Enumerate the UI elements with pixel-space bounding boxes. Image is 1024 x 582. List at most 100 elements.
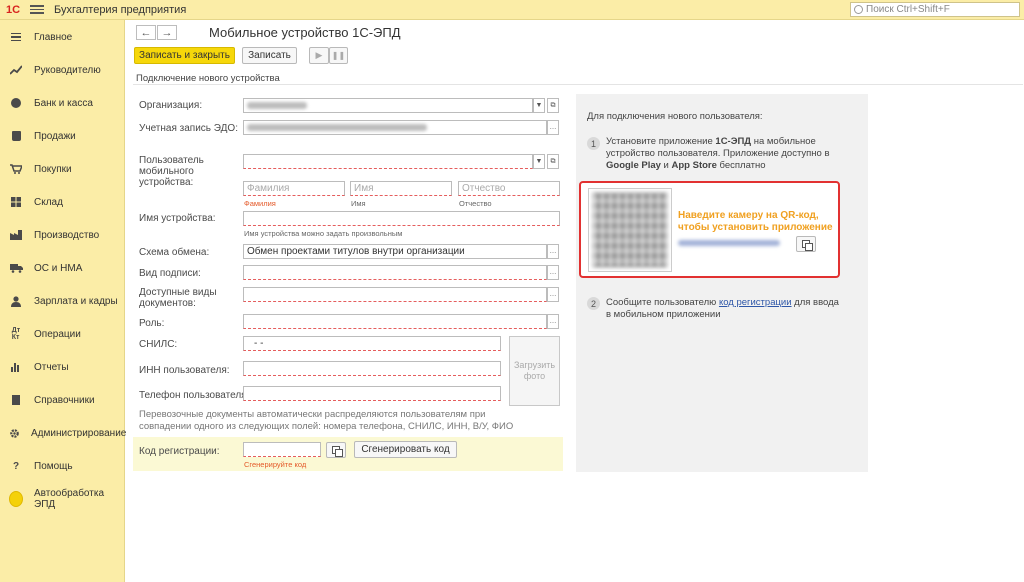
reg-code-hint: Сгенерируйте код	[244, 460, 307, 469]
sidebar-item-warehouse[interactable]: Склад	[0, 191, 125, 213]
instructions-intro: Для подключения нового пользователя:	[587, 111, 763, 122]
trend-icon	[9, 63, 23, 77]
sidebar: Главное Руководителю Банк и касса Продаж…	[0, 20, 126, 582]
signature-type-label: Вид подписи:	[139, 268, 201, 279]
lastname-field[interactable]: Фамилия	[243, 181, 345, 196]
qr-code-image	[588, 188, 672, 272]
sidebar-item-reports[interactable]: Отчеты	[0, 356, 125, 378]
reg-code-field[interactable]	[243, 442, 321, 457]
sidebar-item-label: Склад	[34, 196, 63, 208]
sidebar-item-label: Зарплата и кадры	[34, 295, 118, 307]
warehouse-icon	[9, 195, 23, 209]
snils-label: СНИЛС:	[139, 339, 178, 350]
reg-code-label: Код регистрации:	[139, 446, 220, 457]
bar-chart-icon	[9, 360, 23, 374]
step-2-badge: 2	[587, 297, 600, 310]
patronymic-field[interactable]: Отчество	[458, 181, 560, 196]
select-button[interactable]: …	[547, 287, 559, 302]
copy-link-button[interactable]	[796, 236, 816, 252]
signature-type-field[interactable]	[243, 265, 547, 280]
app-title: Бухгалтерия предприятия	[54, 3, 187, 16]
sidebar-item-label: Главное	[34, 31, 73, 43]
role-label: Роль:	[139, 318, 165, 329]
search-input[interactable]: Поиск Ctrl+Shift+F	[850, 2, 1020, 17]
sidebar-item-assets[interactable]: ОС и НМА	[0, 257, 125, 279]
step-1-badge: 1	[587, 137, 600, 150]
edo-account-field[interactable]	[243, 120, 547, 135]
sidebar-item-directories[interactable]: Справочники	[0, 389, 125, 411]
bag-icon	[9, 129, 23, 143]
select-button[interactable]: …	[547, 244, 559, 259]
sidebar-item-help[interactable]: ? Помощь	[0, 455, 125, 477]
section-divider	[133, 84, 1023, 85]
device-name-hint: Имя устройства можно задать произвольным	[244, 229, 403, 238]
books-icon	[9, 393, 23, 407]
save-button[interactable]: Записать	[242, 47, 297, 64]
truck-icon	[9, 261, 23, 275]
sidebar-item-label: Банк и касса	[34, 97, 93, 109]
page-title: Мобильное устройство 1С-ЭПД	[209, 25, 401, 40]
open-icon[interactable]: ⧉	[547, 154, 559, 169]
copy-code-button[interactable]	[326, 442, 346, 458]
snils-field[interactable]: - -	[243, 336, 501, 351]
menu-lines-icon	[9, 30, 23, 44]
reg-code-link[interactable]: код регистрации	[719, 297, 792, 308]
sidebar-item-bank[interactable]: Банк и касса	[0, 92, 125, 114]
copy-icon	[801, 239, 813, 251]
sidebar-item-admin[interactable]: Администрирование	[0, 422, 126, 444]
sidebar-item-label: Отчеты	[34, 361, 69, 373]
chevron-down-icon[interactable]: ▼	[533, 98, 545, 113]
generate-code-button[interactable]: Сгенерировать код	[354, 441, 457, 458]
sidebar-item-purchases[interactable]: Покупки	[0, 158, 125, 180]
question-icon: ?	[12, 460, 20, 472]
person-icon	[9, 294, 23, 308]
patronymic-hint: Отчество	[459, 199, 492, 208]
app-download-link[interactable]	[678, 240, 780, 246]
edo-account-label: Учетная запись ЭДО:	[139, 123, 238, 134]
sidebar-item-label: Руководителю	[34, 64, 101, 76]
mobile-user-label: Пользователь мобильного устройства:	[139, 155, 204, 188]
operations-icon: Дт Кт	[11, 327, 21, 341]
upload-photo-button[interactable]: Загрузить фото	[509, 336, 560, 406]
role-field[interactable]	[243, 314, 547, 329]
step-1-text: Установите приложение 1С-ЭПД на мобильно…	[606, 136, 830, 171]
sidebar-item-director[interactable]: Руководителю	[0, 59, 125, 81]
sidebar-item-label: Покупки	[34, 163, 72, 175]
doc-types-field[interactable]	[243, 287, 547, 302]
sidebar-item-label: ОС и НМА	[34, 262, 83, 274]
organization-field[interactable]	[243, 98, 533, 113]
save-and-close-button[interactable]: Записать и закрыть	[134, 47, 235, 64]
distribution-note: Перевозочные документы автоматически рас…	[139, 409, 514, 432]
select-button[interactable]: …	[547, 265, 559, 280]
chevron-down-icon[interactable]: ▼	[533, 154, 545, 169]
patronymic-placeholder: Отчество	[462, 183, 506, 194]
inn-field[interactable]	[243, 361, 501, 376]
section-title: Подключение нового устройства	[136, 73, 280, 84]
exchange-scheme-field[interactable]: Обмен проектами титулов внутри организац…	[243, 244, 547, 259]
select-button[interactable]: …	[547, 314, 559, 329]
search-placeholder: Поиск Ctrl+Shift+F	[866, 4, 950, 15]
forward-button[interactable]: →	[157, 25, 177, 40]
pause-button[interactable]: ❚❚	[329, 47, 348, 64]
cart-icon	[9, 162, 23, 176]
phone-field[interactable]	[243, 386, 501, 401]
sidebar-item-sales[interactable]: Продажи	[0, 125, 125, 147]
device-name-field[interactable]	[243, 211, 560, 226]
play-button[interactable]: ▶	[309, 47, 329, 64]
mobile-user-field[interactable]	[243, 154, 533, 169]
gear-icon	[9, 426, 20, 440]
sidebar-item-production[interactable]: Производство	[0, 224, 125, 246]
select-button[interactable]: …	[547, 120, 559, 135]
open-icon[interactable]: ⧉	[547, 98, 559, 113]
sidebar-item-salary[interactable]: Зарплата и кадры	[0, 290, 125, 312]
step-2-text: Сообщите пользователю код регистрации дл…	[606, 297, 839, 320]
firstname-placeholder: Имя	[354, 183, 374, 194]
main-menu-icon[interactable]	[30, 5, 44, 14]
sidebar-item-main[interactable]: Главное	[0, 26, 125, 48]
app-logo: 1С	[5, 3, 21, 16]
yellow-circle-icon	[9, 491, 23, 507]
sidebar-item-auto-epd[interactable]: Автообработка ЭПД	[0, 488, 125, 510]
back-button[interactable]: ←	[136, 25, 156, 40]
sidebar-item-operations[interactable]: Дт Кт Операции	[0, 323, 125, 345]
firstname-field[interactable]: Имя	[350, 181, 452, 196]
